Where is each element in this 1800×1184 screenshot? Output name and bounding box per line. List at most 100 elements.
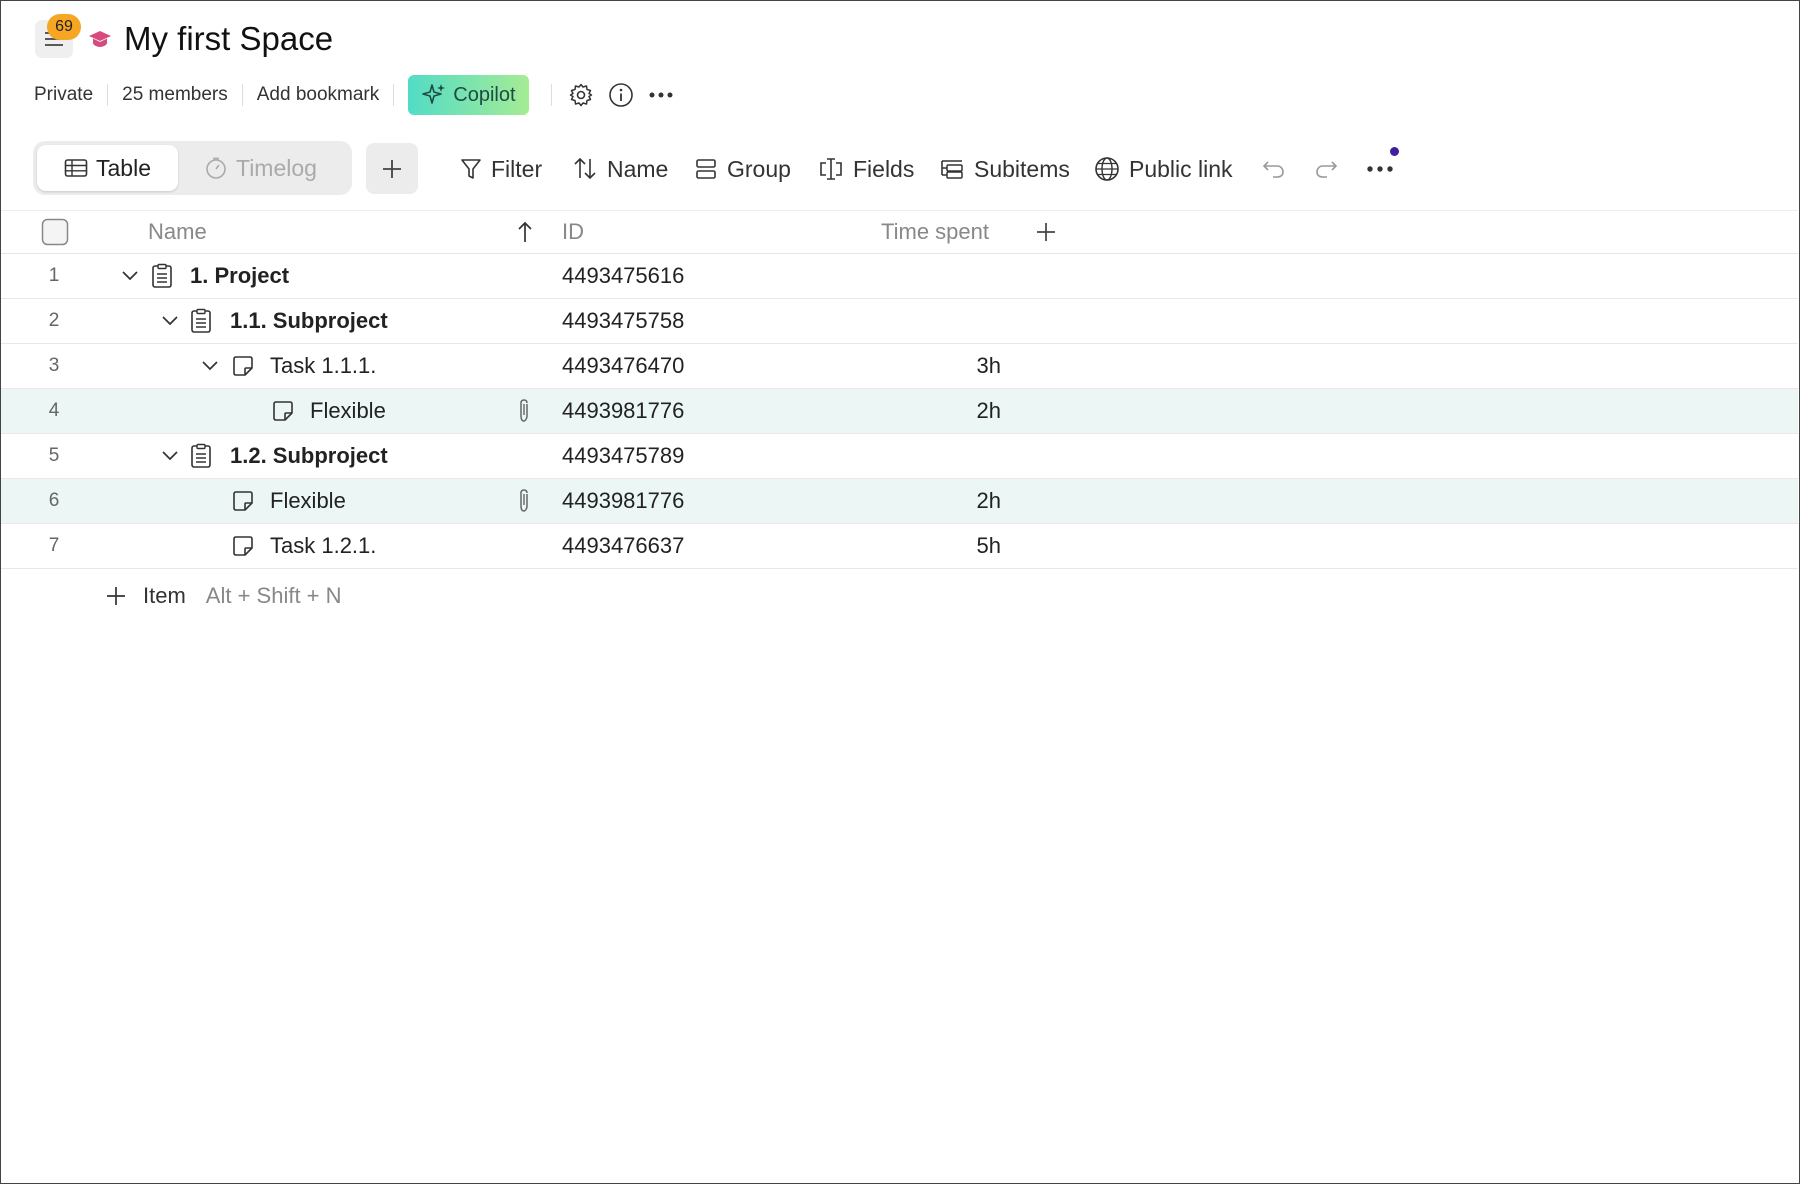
chevron-down-icon[interactable]	[201, 344, 219, 388]
group-label: Group	[727, 155, 791, 182]
table-row[interactable]: 2 1.1. Subproject 4493475758	[1, 299, 1798, 344]
row-number: 6	[48, 490, 60, 511]
tab-label: Table	[96, 154, 151, 181]
table-row[interactable]: 5 1.2. Subproject 4493475789	[1, 434, 1798, 479]
more-button[interactable]	[644, 78, 678, 112]
table-row[interactable]: 4 Flexible 4493981776 2h	[1, 389, 1798, 434]
add-item-shortcut-hint: Alt + Shift + N	[205, 583, 342, 608]
item-id: 4493475789	[562, 443, 685, 468]
item-id: 4493476637	[562, 533, 685, 558]
plus-icon	[1037, 223, 1055, 241]
copilot-button[interactable]: Copilot	[408, 75, 529, 115]
row-number: 5	[48, 445, 60, 466]
privacy-label[interactable]: Private	[34, 84, 107, 106]
sort-ascending-button[interactable]	[516, 211, 534, 253]
text-field-icon	[820, 158, 842, 180]
column-header-id[interactable]: ID	[562, 211, 584, 253]
row-number: 1	[48, 265, 60, 286]
members-link[interactable]: 25 members	[108, 84, 242, 106]
item-time-spent[interactable]: 5h	[851, 524, 1001, 568]
page-title: My first Space	[124, 20, 334, 57]
more-horizontal-icon	[1367, 166, 1393, 172]
add-bookmark-link[interactable]: Add bookmark	[243, 84, 394, 106]
filter-icon	[461, 159, 481, 179]
settings-button[interactable]	[564, 78, 598, 112]
item-id: 4493981776	[562, 488, 685, 513]
space-meta-bar: Private 25 members Add bookmark Copilot	[34, 72, 678, 118]
toolbar-more-button[interactable]	[1367, 148, 1393, 190]
note-icon	[231, 479, 255, 523]
chevron-down-icon[interactable]	[121, 254, 139, 298]
sparkle-icon	[422, 84, 446, 104]
add-view-button[interactable]	[366, 143, 418, 194]
copilot-label: Copilot	[453, 83, 516, 106]
undo-button[interactable]	[1261, 148, 1287, 190]
table-row[interactable]: 6 Flexible 4493981776 2h	[1, 479, 1798, 524]
globe-icon	[1095, 157, 1119, 181]
clipboard-icon	[151, 254, 173, 298]
info-icon	[608, 83, 633, 107]
clipboard-icon	[190, 299, 212, 343]
chevron-down-icon[interactable]	[161, 434, 179, 478]
view-switcher: Table Timelog	[33, 141, 352, 195]
public-link-button[interactable]: Public link	[1094, 148, 1233, 190]
info-button[interactable]	[604, 78, 638, 112]
item-id: 4493476470	[562, 353, 685, 378]
add-item-row[interactable]: Item Alt + Shift + N	[105, 578, 342, 614]
paperclip-icon[interactable]	[516, 479, 532, 523]
stopwatch-icon	[206, 157, 226, 179]
chevron-down-icon[interactable]	[161, 299, 179, 343]
item-time-spent[interactable]	[851, 434, 1001, 478]
item-name[interactable]: Flexible	[310, 389, 386, 433]
item-name[interactable]: Task 1.2.1.	[270, 524, 376, 568]
group-icon	[696, 159, 716, 179]
notification-badge: 69	[47, 14, 81, 40]
item-name[interactable]: 1. Project	[190, 254, 289, 298]
more-horizontal-icon	[649, 92, 673, 98]
item-name[interactable]: 1.1. Subproject	[230, 299, 388, 343]
subitems-button[interactable]: Subitems	[939, 148, 1070, 190]
items-table: Name ID Time spent 1 1. Project 4493475616…	[1, 210, 1798, 569]
subitems-label: Subitems	[974, 155, 1070, 182]
table-row[interactable]: 3 Task 1.1.1. 4493476470 3h	[1, 344, 1798, 389]
add-item-label: Item	[143, 583, 186, 608]
item-time-spent[interactable]	[851, 254, 1001, 298]
item-id: 4493981776	[562, 398, 685, 423]
sort-button[interactable]: Name	[572, 148, 668, 190]
public-link-label: Public link	[1129, 155, 1233, 182]
filter-button[interactable]: Filter	[460, 148, 542, 190]
plus-icon	[383, 159, 401, 178]
paperclip-icon[interactable]	[516, 389, 532, 433]
clipboard-icon	[190, 434, 212, 478]
checkbox-icon	[41, 218, 69, 246]
tab-timelog[interactable]: Timelog	[204, 145, 317, 191]
item-time-spent[interactable]: 2h	[851, 389, 1001, 433]
item-time-spent[interactable]	[851, 299, 1001, 343]
note-icon	[231, 524, 255, 568]
row-number: 7	[48, 535, 60, 556]
row-number: 4	[48, 400, 60, 421]
item-time-spent[interactable]: 3h	[851, 344, 1001, 388]
item-id: 4493475758	[562, 308, 685, 333]
undo-icon	[1262, 161, 1284, 178]
item-time-spent[interactable]: 2h	[851, 479, 1001, 523]
column-header-time-spent[interactable]: Time spent	[881, 211, 989, 253]
table-row[interactable]: 1 1. Project 4493475616	[1, 254, 1798, 299]
fields-button[interactable]: Fields	[818, 148, 914, 190]
group-button[interactable]: Group	[694, 148, 791, 190]
select-all-checkbox[interactable]	[41, 211, 69, 253]
column-header-name[interactable]: Name	[148, 211, 207, 253]
divider	[550, 84, 552, 106]
gear-icon	[569, 83, 592, 107]
plus-icon	[107, 587, 125, 605]
item-name[interactable]: 1.2. Subproject	[230, 434, 388, 478]
table-icon	[64, 159, 88, 177]
item-name[interactable]: Task 1.1.1.	[270, 344, 376, 388]
note-icon	[271, 389, 295, 433]
redo-button[interactable]	[1313, 148, 1339, 190]
add-column-button[interactable]	[1035, 211, 1057, 253]
tab-table[interactable]: Table	[37, 145, 178, 191]
item-name[interactable]: Flexible	[270, 479, 346, 523]
graduation-cap-icon	[88, 29, 112, 54]
table-row[interactable]: 7 Task 1.2.1. 4493476637 5h	[1, 524, 1798, 569]
